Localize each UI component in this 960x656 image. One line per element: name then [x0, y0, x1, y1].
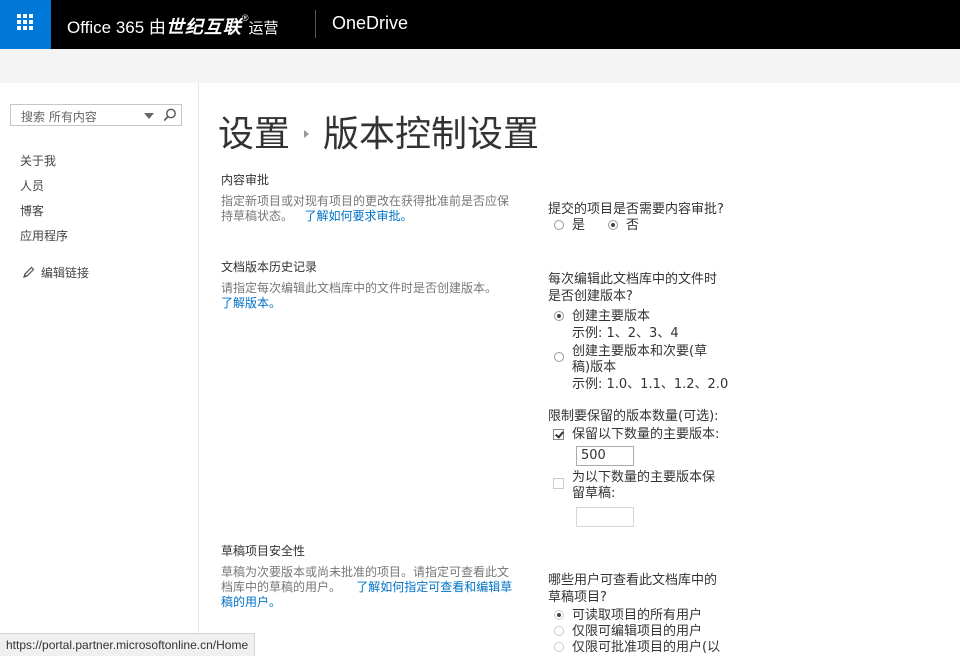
- keep-drafts-label: 为以下数量的主要版本保留草稿:: [572, 470, 716, 501]
- edit-links-label: 编辑链接: [41, 266, 90, 280]
- draft-security-controls: 哪些用户可查看此文档库中的草稿项目? 可读取项目的所有用户 仅限可编辑项目的用户…: [548, 572, 723, 656]
- content-approval-learn-link[interactable]: 了解如何要求审批。: [304, 209, 412, 223]
- radio-selected-icon: [554, 311, 564, 321]
- breadcrumb-current: 版本控制设置: [323, 114, 540, 155]
- radio-icon: [554, 642, 564, 652]
- content-approval-question: 提交的项目是否需要内容审批?: [548, 202, 724, 217]
- breadcrumb-settings-link[interactable]: 设置: [218, 114, 290, 155]
- draft-security-question: 哪些用户可查看此文档库中的草稿项目?: [548, 573, 718, 605]
- version-history-description: 请指定每次编辑此文档库中的文件时是否创建版本。 了解版本。: [221, 281, 513, 311]
- checkbox-checked-icon: [553, 429, 564, 440]
- brand-reg: ®: [241, 13, 249, 23]
- keep-drafts-checkbox[interactable]: 为以下数量的主要版本保留草稿:: [548, 470, 722, 502]
- search-scope-dropdown-icon[interactable]: [144, 113, 154, 119]
- draft-readers-label: 可读取项目的所有用户: [572, 608, 703, 623]
- brand-divider: [315, 10, 316, 38]
- approval-yes-radio[interactable]: 是: [548, 218, 585, 234]
- app-name-link[interactable]: OneDrive: [332, 13, 408, 34]
- approval-no-label: 否: [626, 218, 640, 233]
- edit-links-button[interactable]: 编辑链接: [22, 264, 89, 281]
- draft-readers-radio[interactable]: 可读取项目的所有用户: [548, 608, 723, 624]
- radio-icon: [554, 626, 564, 636]
- content-approval-controls: 提交的项目是否需要内容审批? 是 否: [548, 201, 728, 236]
- version-limit-label: 限制要保留的版本数量(可选):: [548, 409, 719, 424]
- ribbon-bar: [0, 49, 960, 83]
- nav-item-about-me[interactable]: 关于我: [20, 151, 68, 176]
- major-versions-label: 创建主要版本: [572, 309, 651, 324]
- major-minor-versions-radio[interactable]: 创建主要版本和次要(草稿)版本: [548, 344, 714, 376]
- brand-suffix: 运营: [248, 20, 279, 37]
- content-approval-heading: 内容审批: [221, 173, 270, 187]
- version-history-heading: 文档版本历史记录: [221, 260, 318, 274]
- pencil-icon: [23, 266, 35, 278]
- radio-selected-icon: [554, 610, 564, 620]
- brand-prefix: Office 365 由: [67, 18, 166, 37]
- suite-bar: Office 365 由世纪互联®运营 OneDrive: [0, 0, 960, 49]
- search-input[interactable]: 搜索 所有内容: [21, 108, 97, 125]
- draft-approvers-radio[interactable]: 仅限可批准项目的用户(以: [548, 640, 723, 656]
- radio-selected-icon: [608, 220, 618, 230]
- approval-yes-label: 是: [572, 218, 586, 233]
- draft-security-description: 草稿为次要版本或尚未批准的项目。请指定可查看此文档库中的草稿的用户。 了解如何指…: [221, 565, 513, 610]
- draft-editors-label: 仅限可编辑项目的用户: [572, 624, 703, 639]
- brand-logo-mark: 世纪互联: [165, 17, 242, 37]
- drafts-count-input[interactable]: [576, 507, 634, 527]
- major-minor-versions-example: 示例: 1.0、1.1、1.2、2.0: [572, 377, 729, 392]
- major-versions-radio[interactable]: 创建主要版本: [548, 309, 728, 325]
- page-title: 设置 版本控制设置: [218, 105, 539, 157]
- draft-editors-radio[interactable]: 仅限可编辑项目的用户: [548, 624, 723, 640]
- nav-item-people[interactable]: 人员: [20, 176, 68, 201]
- nav-item-apps[interactable]: 应用程序: [20, 226, 68, 251]
- content-approval-radio-group: 是 否: [548, 218, 728, 236]
- radio-icon: [554, 220, 564, 230]
- draft-approvers-label: 仅限可批准项目的用户(以: [572, 640, 721, 655]
- search-box[interactable]: 搜索 所有内容: [10, 104, 182, 126]
- office-brand[interactable]: Office 365 由世纪互联®运营: [67, 13, 279, 39]
- search-icon[interactable]: [163, 108, 177, 122]
- version-history-controls: 每次编辑此文档库中的文件时是否创建版本? 创建主要版本 示例: 1、2、3、4 …: [548, 271, 728, 527]
- keep-major-versions-label: 保留以下数量的主要版本:: [572, 427, 720, 442]
- keep-major-versions-checkbox[interactable]: 保留以下数量的主要版本:: [548, 427, 728, 443]
- nav-item-blog[interactable]: 博客: [20, 201, 68, 226]
- status-bar-url: https://portal.partner.microsoftonline.c…: [0, 633, 256, 656]
- app-launcher-button[interactable]: [0, 0, 51, 49]
- checkbox-icon: [553, 478, 564, 489]
- version-history-learn-link[interactable]: 了解版本。: [221, 296, 281, 310]
- radio-icon: [554, 352, 564, 362]
- version-history-description-text: 请指定每次编辑此文档库中的文件时是否创建版本。: [221, 281, 498, 295]
- content-approval-description: 指定新项目或对现有项目的更改在获得批准前是否应保持草稿状态。 了解如何要求审批。: [221, 194, 513, 224]
- quick-launch: 关于我 人员 博客 应用程序: [20, 151, 68, 251]
- version-history-question: 每次编辑此文档库中的文件时是否创建版本?: [548, 272, 718, 304]
- draft-security-heading: 草稿项目安全性: [221, 544, 306, 558]
- approval-no-radio[interactable]: 否: [602, 218, 639, 234]
- major-versions-example: 示例: 1、2、3、4: [572, 326, 679, 341]
- breadcrumb-chevron-icon: [304, 130, 310, 138]
- waffle-icon: [17, 14, 33, 30]
- major-versions-count-input[interactable]: 500: [576, 446, 634, 466]
- major-minor-versions-label: 创建主要版本和次要(草稿)版本: [572, 344, 708, 375]
- left-navigation: 搜索 所有内容 关于我 人员 博客 应用程序 编辑链接: [0, 83, 199, 655]
